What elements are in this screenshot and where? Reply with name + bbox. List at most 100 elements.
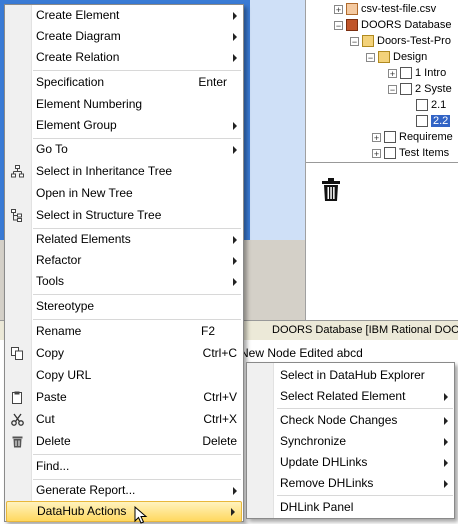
tree-item-intro[interactable]: + 1 Intro	[388, 65, 446, 81]
menu-item-label: Create Element	[36, 8, 120, 22]
structure-tree-icon	[11, 209, 22, 222]
menu-separator	[33, 70, 241, 71]
tree-item-label: Doors-Test-Pro	[377, 35, 451, 47]
tree-item-csv[interactable]: + csv-test-file.csv	[334, 1, 436, 17]
expand-icon[interactable]: +	[388, 68, 397, 78]
menu-item-create-relation[interactable]: Create Relation	[5, 47, 243, 68]
module-icon	[384, 147, 396, 159]
menu-separator	[33, 454, 241, 455]
tree-item-design[interactable]: − Design	[366, 49, 427, 65]
menu-item-label: Rename	[36, 324, 82, 338]
collapse-icon[interactable]: −	[334, 20, 343, 30]
tree-item-doors-test-project[interactable]: − Doors-Test-Pro	[350, 33, 451, 49]
tree-item-2-2[interactable]: 2.2	[416, 113, 451, 129]
tree-item-label: csv-test-file.csv	[361, 3, 437, 15]
tree-item-label: Requireme	[399, 131, 453, 143]
menu-item-select-in-datahub-explorer[interactable]: Select in DataHub Explorer	[247, 365, 454, 386]
tree-item-label: Design	[393, 51, 428, 63]
menu-separator	[33, 294, 241, 295]
menu-item-select-related-element[interactable]: Select Related Element	[247, 386, 454, 407]
menu-item-datahub-actions[interactable]: DataHub Actions	[6, 501, 242, 522]
delete-icon	[12, 436, 23, 448]
menu-item-synchronize[interactable]: Synchronize	[247, 431, 454, 452]
menu-item-tools[interactable]: Tools	[5, 271, 243, 292]
diagram-title: DOORS Database [IBM Rational DOOR	[272, 324, 458, 336]
menu-item-stereotype[interactable]: Stereotype	[5, 296, 243, 317]
menu-item-label: Stereotype	[36, 299, 95, 313]
tree-item-doors-database[interactable]: − DOORS Database	[334, 17, 451, 33]
submenu-arrow-icon	[233, 12, 237, 20]
submenu-arrow-icon	[233, 122, 237, 130]
mouse-pointer-icon	[134, 506, 148, 524]
trash-icon[interactable]	[320, 178, 342, 202]
menu-item-label: Paste	[36, 390, 67, 404]
expand-icon[interactable]: +	[372, 148, 381, 158]
tree-item-2-1[interactable]: 2.1	[416, 97, 446, 113]
menu-item-check-node-changes[interactable]: Check Node Changes	[247, 410, 454, 431]
menu-item-label: Tools	[36, 274, 65, 288]
menu-item-copy-url[interactable]: Copy URL	[5, 365, 243, 386]
menu-item-delete[interactable]: Delete Delete	[5, 431, 243, 452]
menu-item-element-numbering[interactable]: Element Numbering	[5, 94, 243, 115]
section-icon	[400, 83, 412, 95]
menu-item-refactor[interactable]: Refactor	[5, 250, 243, 271]
menu-item-label: Select Related Element	[280, 389, 406, 403]
menu-item-label: DataHub Actions	[37, 504, 127, 518]
menu-item-paste[interactable]: Paste Ctrl+V	[5, 387, 243, 408]
menu-item-rename[interactable]: Rename F2	[5, 321, 243, 342]
menu-item-label: Open in New Tree	[36, 186, 133, 200]
csv-file-icon	[346, 3, 358, 15]
menu-item-label: Create Relation	[36, 50, 120, 64]
containment-tree: + csv-test-file.csv − DOORS Database − D…	[306, 0, 458, 163]
menu-item-dhlink-panel[interactable]: DHLink Panel	[247, 497, 454, 518]
datahub-actions-submenu: Select in DataHub Explorer Select Relate…	[246, 362, 455, 519]
menu-item-create-diagram[interactable]: Create Diagram	[5, 26, 243, 47]
menu-item-generate-report[interactable]: Generate Report...	[5, 480, 243, 501]
expand-icon[interactable]: +	[334, 4, 343, 14]
menu-item-find[interactable]: Find...	[5, 456, 243, 477]
submenu-arrow-icon	[233, 278, 237, 286]
tree-item-test-items[interactable]: + Test Items	[372, 145, 449, 161]
submenu-arrow-icon	[231, 508, 235, 516]
menu-item-label: Cut	[36, 412, 55, 426]
menu-item-label: Update DHLinks	[280, 455, 368, 469]
menu-item-create-element[interactable]: Create Element	[5, 5, 243, 26]
menu-item-label: Select in DataHub Explorer	[280, 368, 425, 382]
paste-icon	[12, 391, 22, 404]
menu-item-label: Check Node Changes	[280, 413, 398, 427]
menu-item-go-to[interactable]: Go To	[5, 139, 243, 160]
menu-item-label: Element Numbering	[36, 97, 143, 111]
menu-item-shortcut: Ctrl+C	[202, 346, 237, 360]
collapse-icon[interactable]: −	[388, 84, 397, 94]
collapse-icon[interactable]: −	[366, 52, 375, 62]
menu-item-select-in-inheritance-tree[interactable]: Select in Inheritance Tree	[5, 161, 243, 182]
left-panel-selection-strip	[250, 0, 305, 240]
section-icon	[400, 67, 412, 79]
submenu-arrow-icon	[233, 54, 237, 62]
menu-item-label: Go To	[36, 142, 68, 156]
menu-item-label: DHLink Panel	[280, 500, 354, 514]
tree-item-label: 1 Intro	[415, 67, 447, 79]
menu-item-copy[interactable]: Copy Ctrl+C	[5, 343, 243, 364]
submenu-arrow-icon	[233, 33, 237, 41]
menu-item-related-elements[interactable]: Related Elements	[5, 229, 243, 250]
collapse-icon[interactable]: −	[350, 36, 359, 46]
menu-item-label: Related Elements	[36, 232, 131, 246]
tree-item-requirements[interactable]: + Requireme	[372, 129, 453, 145]
menu-item-label: Select in Inheritance Tree	[36, 164, 173, 178]
menu-item-update-dhlinks[interactable]: Update DHLinks	[247, 452, 454, 473]
menu-item-shortcut: Enter	[198, 75, 227, 89]
menu-item-remove-dhlinks[interactable]: Remove DHLinks	[247, 473, 454, 494]
menu-item-label: Select in Structure Tree	[36, 208, 162, 222]
submenu-arrow-icon	[444, 393, 448, 401]
submenu-arrow-icon	[233, 257, 237, 265]
menu-item-specification[interactable]: Specification Enter	[5, 72, 243, 93]
expand-icon[interactable]: +	[372, 132, 381, 142]
module-icon	[384, 131, 396, 143]
tree-item-system[interactable]: − 2 Syste	[388, 81, 452, 97]
menu-item-element-group[interactable]: Element Group	[5, 115, 243, 136]
menu-item-select-in-structure-tree[interactable]: Select in Structure Tree	[5, 205, 243, 226]
menu-item-label: Delete	[36, 434, 71, 448]
menu-item-open-in-new-tree[interactable]: Open in New Tree	[5, 183, 243, 204]
menu-item-cut[interactable]: Cut Ctrl+X	[5, 409, 243, 430]
